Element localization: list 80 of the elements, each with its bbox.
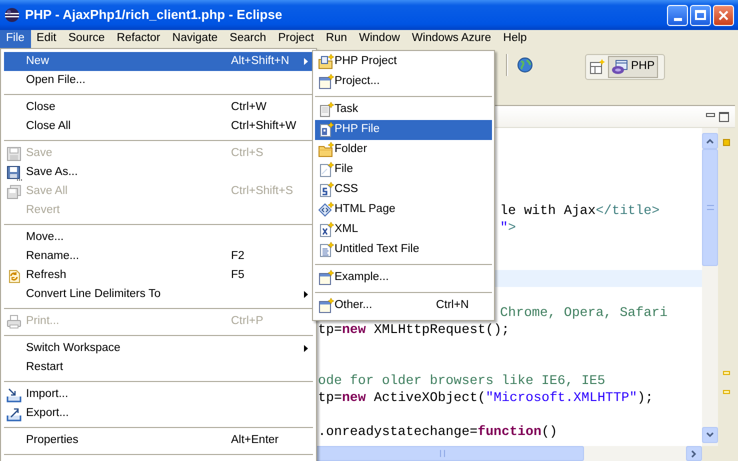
scroll-up-button[interactable] <box>702 133 718 149</box>
menu-item[interactable]: New Alt+Shift+N <box>4 52 313 71</box>
document-star-icon <box>318 162 334 178</box>
refresh-icon <box>6 268 22 284</box>
document-star-icon <box>318 102 334 118</box>
menu-item[interactable]: Properties Alt+Enter <box>4 431 313 450</box>
vertical-scrollbar[interactable] <box>702 128 718 446</box>
menu-item[interactable]: Example... <box>315 268 492 288</box>
menu[interactable]: File <box>0 30 31 48</box>
chevron-down-icon <box>706 432 714 438</box>
chevron-up-icon <box>706 138 714 144</box>
scroll-right-button[interactable] <box>686 446 702 461</box>
text-document-icon <box>318 242 334 258</box>
menu-item[interactable]: Open File... <box>4 71 313 90</box>
code-line: le with Ajax</title> <box>500 203 660 218</box>
code-line: tp=new XMLHttpRequest(); <box>318 322 510 337</box>
menu-item[interactable]: Move... <box>4 228 313 247</box>
menu-item[interactable]: CSS <box>315 180 492 200</box>
menu-item[interactable]: Refresh F5 <box>4 266 313 285</box>
perspective-icon <box>611 59 629 75</box>
menu-item[interactable]: Close All Ctrl+Shift+W <box>4 117 313 136</box>
occurrence-marker[interactable] <box>723 371 730 375</box>
menu-item[interactable]: Folder <box>315 140 492 160</box>
html-document-icon <box>318 202 334 218</box>
menu-item[interactable]: Export... <box>4 404 313 423</box>
menu-item[interactable]: Close Ctrl+W <box>4 98 313 117</box>
printer-icon <box>6 314 22 330</box>
menu[interactable]: Window <box>353 30 406 48</box>
folder-star-icon <box>318 54 334 70</box>
menu[interactable]: Run <box>320 30 353 48</box>
scroll-down-button[interactable] <box>702 427 718 443</box>
close-button[interactable] <box>713 4 734 26</box>
menu-item[interactable]: File <box>315 160 492 180</box>
menu[interactable]: Source <box>62 30 111 48</box>
export-icon <box>6 406 22 422</box>
floppy-disks-icon <box>6 184 22 200</box>
menu-item[interactable]: HTML Page <box>315 200 492 220</box>
perspective-button[interactable]: PHP <box>608 56 658 78</box>
menu-item[interactable]: Switch Workspace <box>4 339 313 358</box>
code-line: ode for older browsers like IE6, IE5 <box>318 373 606 388</box>
code-line: "> <box>500 220 516 235</box>
menu-item[interactable]: Restart <box>4 358 313 377</box>
import-icon <box>6 386 22 402</box>
menu-item[interactable]: Project... <box>315 72 492 92</box>
menu-item[interactable]: PHP Project <box>315 52 492 72</box>
occurrence-marker[interactable] <box>723 390 730 394</box>
menu-item[interactable]: XML <box>315 220 492 240</box>
menu[interactable]: Navigate <box>166 30 224 48</box>
menu-item[interactable]: Save As... <box>4 163 313 182</box>
sphere-icon <box>4 7 20 23</box>
window-title: PHP - AjaxPhp1/rich_client1.php - Eclipse <box>25 6 282 24</box>
warning-marker[interactable] <box>723 139 730 146</box>
xml-document-icon <box>318 222 334 238</box>
menu[interactable]: Edit <box>30 30 62 48</box>
code-line: tp=new ActiveXObject("Microsoft.XMLHTTP"); <box>318 390 654 405</box>
menu-item[interactable]: Convert Line Delimiters To <box>4 285 313 304</box>
menu-item[interactable]: Import... <box>4 385 313 404</box>
menu-item[interactable]: PHP File <box>315 120 492 140</box>
minimize-view-button[interactable] <box>706 112 715 116</box>
menu[interactable]: Help <box>497 30 533 48</box>
folder-star-icon <box>318 142 334 158</box>
menu[interactable]: Refactor <box>110 30 166 48</box>
menu[interactable]: Project <box>272 30 320 48</box>
css-document-icon <box>318 182 334 198</box>
menu-item[interactable]: Rename... F2 <box>4 247 313 266</box>
maximize-button[interactable] <box>690 4 711 26</box>
globe-icon[interactable] <box>517 57 533 73</box>
menu-item[interactable]: Other... Ctrl+N <box>315 296 492 316</box>
menu-item[interactable]: Task <box>315 100 492 120</box>
menu-item[interactable]: Untitled Text File <box>315 240 492 260</box>
maximize-view-button[interactable] <box>719 112 729 122</box>
code-line: .onreadystatechange=function() <box>318 424 558 439</box>
scroll-thumb[interactable] <box>702 149 718 266</box>
php-document-icon <box>318 122 334 138</box>
code-line: Chrome, Opera, Safari <box>500 305 668 320</box>
chevron-right-icon <box>691 450 697 458</box>
menu[interactable]: Search <box>224 30 272 48</box>
minimize-button[interactable] <box>667 4 688 26</box>
menu[interactable]: Windows Azure <box>406 30 498 48</box>
close-icon <box>718 10 729 20</box>
